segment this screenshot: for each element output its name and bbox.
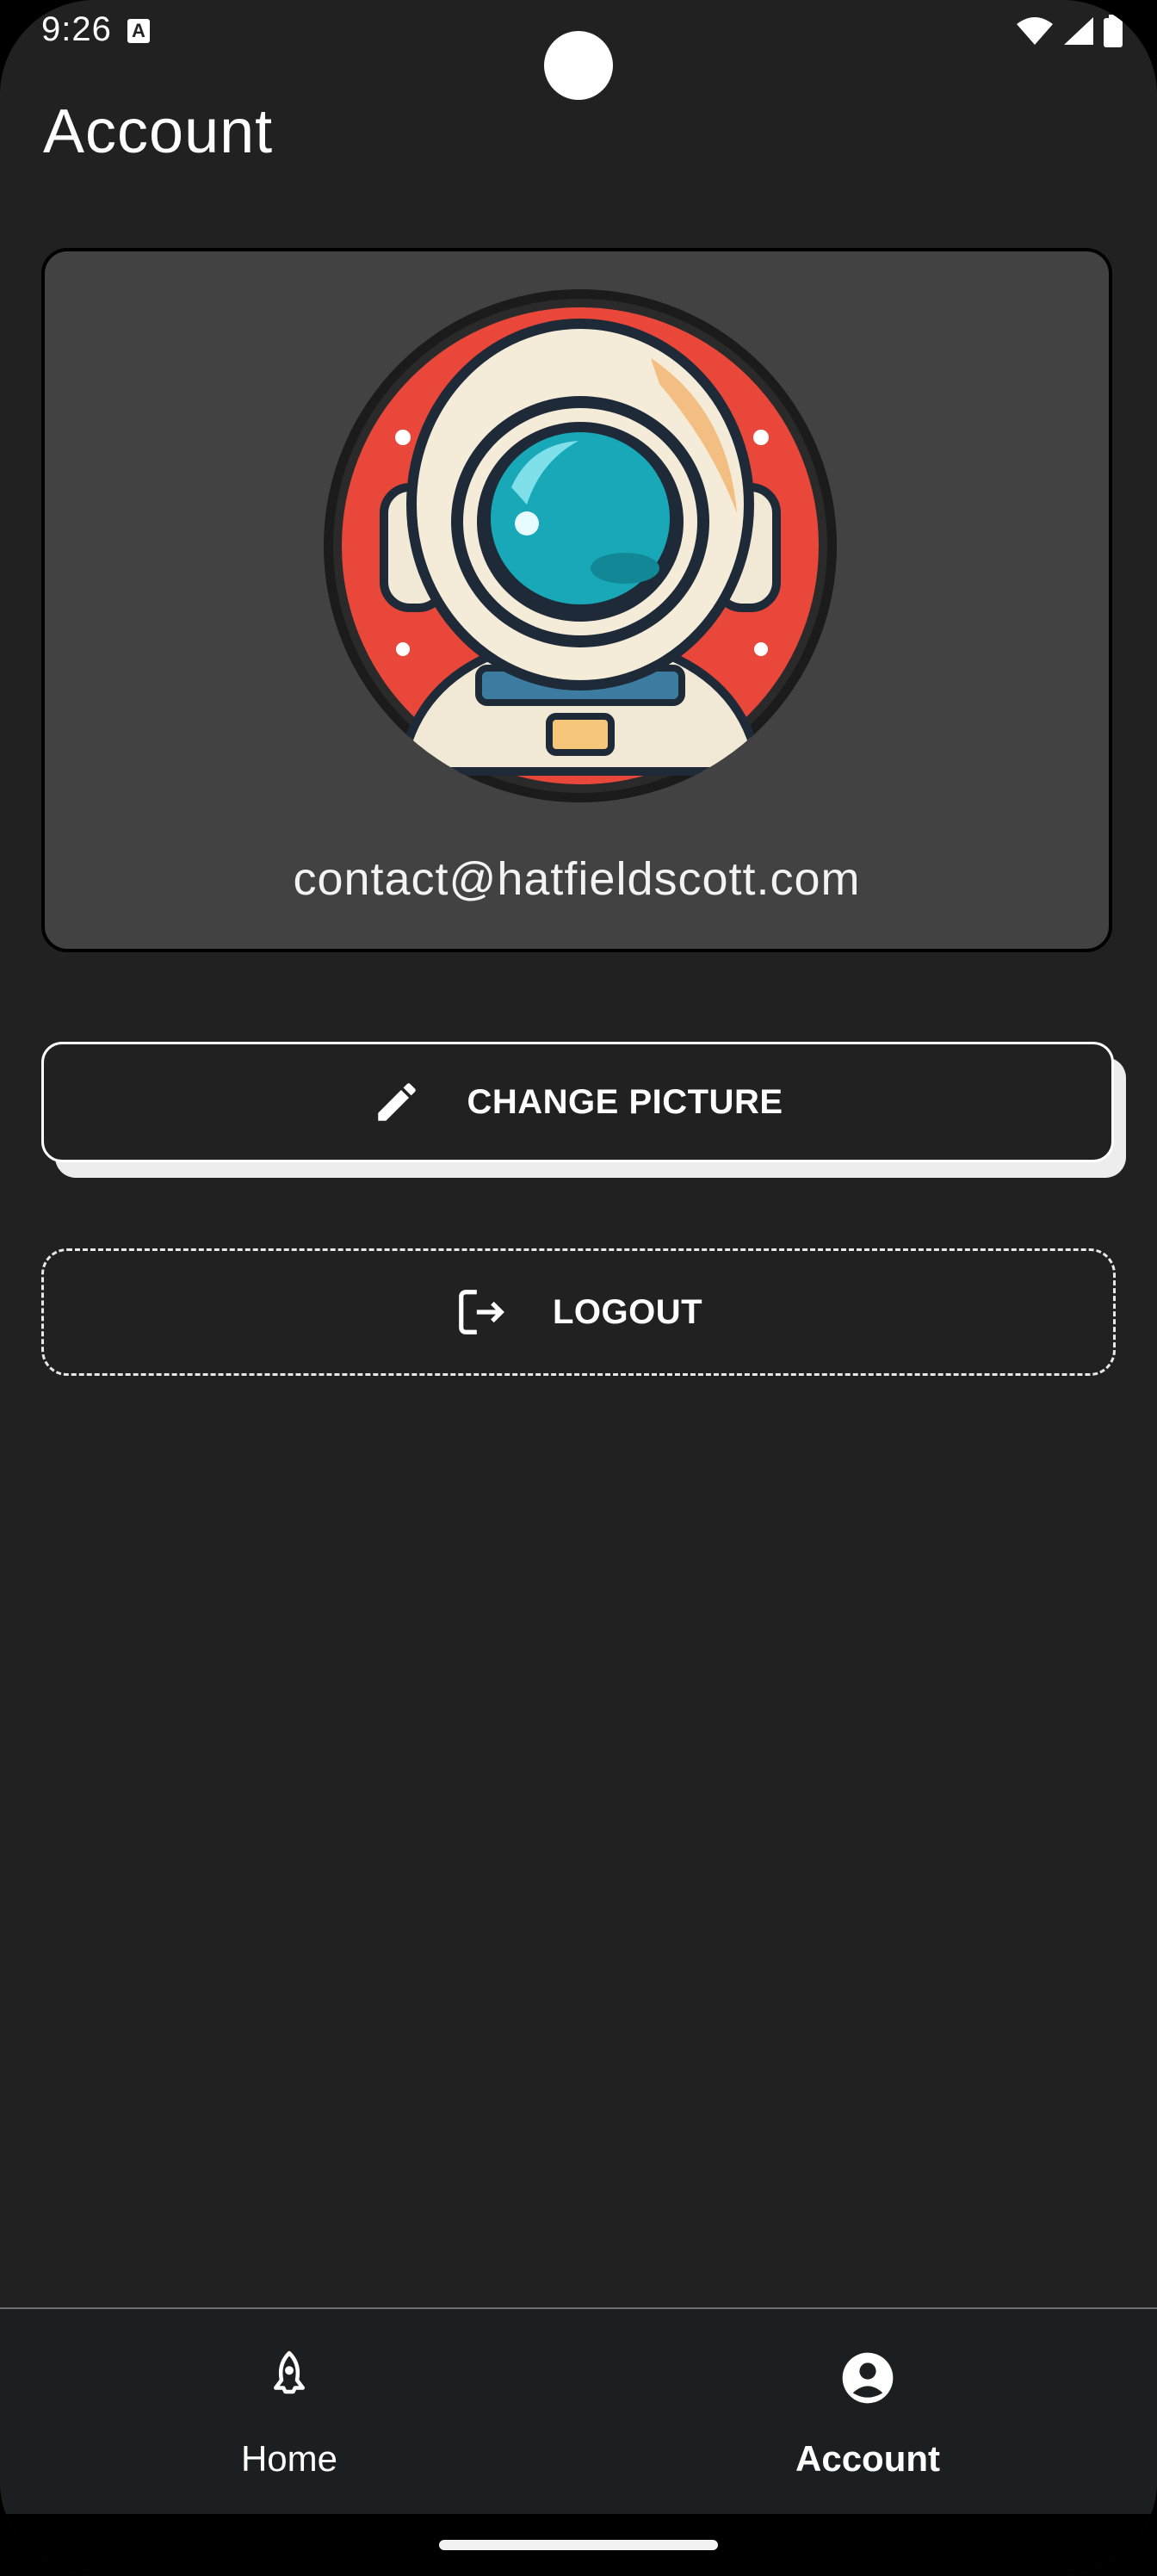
change-picture-button[interactable]: CHANGE PICTURE: [41, 1042, 1114, 1162]
nav-item-account[interactable]: Account: [578, 2309, 1157, 2516]
bottom-navigation: Home Account: [0, 2307, 1157, 2516]
nav-item-home[interactable]: Home: [0, 2309, 578, 2516]
account-email: contact@hatfieldscott.com: [293, 853, 861, 905]
signal-icon: [1064, 17, 1093, 45]
logout-button[interactable]: LOGOUT: [41, 1248, 1116, 1376]
rocket-icon: [274, 2350, 305, 2394]
wifi-icon: [1017, 17, 1053, 45]
account-screen: 9:26 A Account contact@hatfieldscott.com…: [0, 0, 1157, 2576]
logout-icon: [459, 1290, 504, 1334]
page-title: Account: [43, 97, 274, 166]
nav-label-account: Account: [795, 2438, 940, 2479]
profile-card: contact@hatfieldscott.com: [41, 248, 1112, 952]
nav-label-home: Home: [240, 2438, 338, 2479]
logout-label: LOGOUT: [552, 1292, 703, 1331]
a-icon: A: [127, 19, 150, 43]
status-time: 9:26: [41, 10, 112, 48]
gesture-bar[interactable]: [439, 2540, 718, 2550]
status-icons: [1016, 14, 1123, 48]
account-circle-icon: [842, 2352, 894, 2404]
change-picture-label: CHANGE PICTURE: [467, 1082, 783, 1121]
astronaut-avatar: [324, 289, 837, 802]
camera-cutout: [544, 31, 613, 100]
battery-icon: [1104, 15, 1123, 47]
astronaut-icon: [324, 289, 837, 802]
pencil-icon: [378, 1083, 417, 1121]
